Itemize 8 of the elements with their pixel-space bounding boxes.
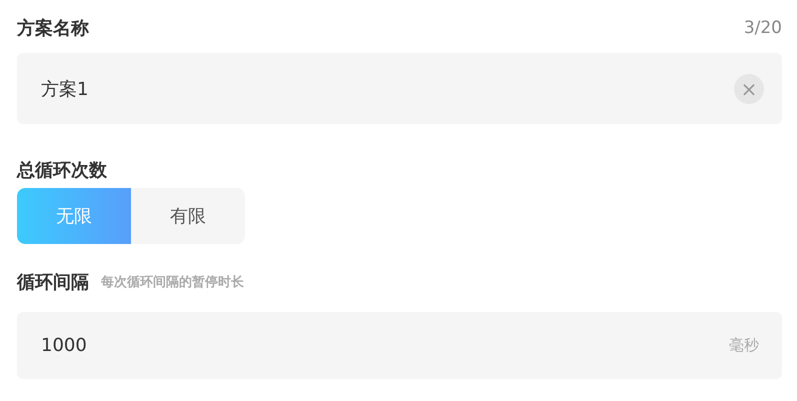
character-counter: 3/20 — [744, 18, 782, 38]
input-field[interactable]: 方案1 × — [17, 53, 782, 124]
segment-option[interactable]: 有限 — [131, 188, 245, 244]
input-field[interactable]: 1000 毫秒 — [17, 312, 782, 379]
field-label: 方案名称 — [17, 17, 89, 40]
field-label: 总循环次数 — [17, 159, 107, 182]
hint-text: 每次循环间隔的暂停时长 — [101, 274, 244, 291]
field-label: 循环间隔 — [17, 271, 89, 294]
